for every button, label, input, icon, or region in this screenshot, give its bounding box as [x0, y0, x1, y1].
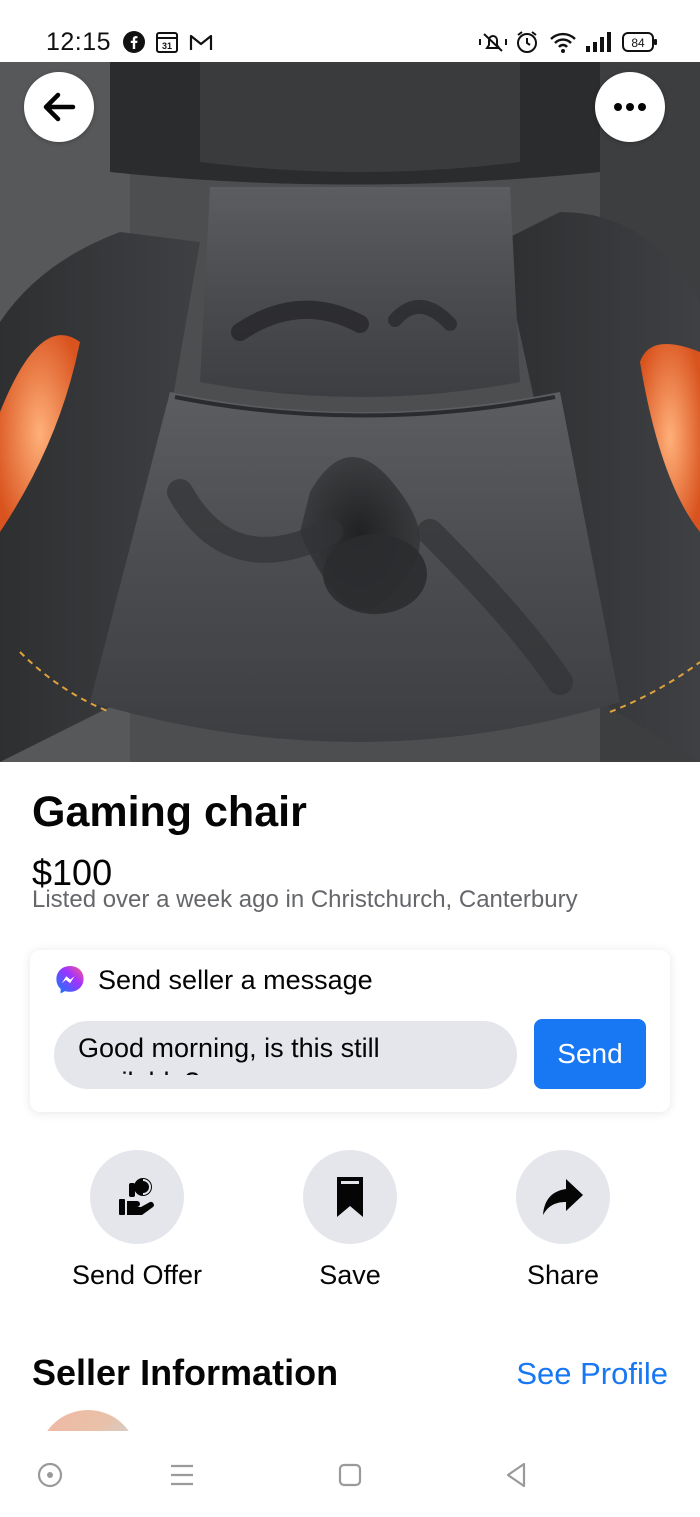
listing-photo[interactable] [0, 62, 700, 762]
seller-avatar[interactable] [38, 1410, 138, 1431]
message-header: Send seller a message [54, 964, 373, 996]
assistant-button[interactable] [32, 1457, 68, 1493]
battery-level: 84 [631, 36, 645, 50]
save-label: Save [319, 1260, 381, 1290]
save-action[interactable]: Save [250, 1150, 450, 1291]
gmail-icon [188, 30, 214, 54]
send-offer-button[interactable] [90, 1150, 184, 1244]
facebook-icon [122, 30, 146, 54]
system-back-button[interactable] [498, 1457, 534, 1493]
listing-meta: Listed over a week ago in Christchurch, … [32, 886, 578, 913]
bookmark-icon [337, 1177, 363, 1217]
send-button[interactable]: Send [534, 1019, 646, 1089]
offer-icon [119, 1178, 154, 1215]
message-input-text: Good morning, is this still available? [78, 1033, 380, 1075]
status-time: 12:15 [46, 28, 112, 56]
battery-icon: 84 [622, 30, 658, 54]
vibrate-mute-icon [478, 30, 508, 54]
back-button[interactable] [24, 72, 94, 142]
more-icon [614, 103, 646, 111]
chair-image [0, 62, 700, 762]
assistant-circle-icon [37, 1462, 63, 1488]
system-nav-bar [0, 1431, 700, 1517]
share-label: Share [526, 1260, 600, 1290]
share-arrow-icon [543, 1179, 583, 1215]
menu-button[interactable] [164, 1457, 200, 1493]
more-options-button[interactable] [595, 72, 665, 142]
seller-info-heading: Seller Information [32, 1352, 339, 1393]
send-offer-action[interactable]: Send Offer [37, 1150, 237, 1291]
send-offer-label: Send Offer [71, 1260, 203, 1290]
seller-row[interactable] [0, 1405, 700, 1431]
svg-text:31: 31 [162, 41, 172, 51]
back-arrow-icon [43, 92, 76, 122]
signal-icon [584, 30, 614, 54]
calendar-icon: 31 [154, 30, 180, 54]
share-button[interactable] [516, 1150, 610, 1244]
save-button[interactable] [303, 1150, 397, 1244]
home-square-icon [338, 1463, 362, 1487]
share-action[interactable]: Share [463, 1150, 663, 1291]
menu-lines-icon [171, 1464, 193, 1486]
status-bar: 12:15 31 84 [0, 0, 700, 62]
back-triangle-icon [506, 1462, 526, 1488]
listing-title: Gaming chair [32, 788, 307, 836]
message-header-label: Send seller a message [98, 964, 373, 995]
alarm-icon [514, 30, 540, 54]
message-input[interactable]: Good morning, is this still available? [54, 1021, 517, 1089]
see-profile-link[interactable]: See Profile [516, 1356, 668, 1392]
message-seller-card: Send seller a message Good morning, is t… [30, 950, 670, 1112]
home-button[interactable] [332, 1457, 368, 1493]
messenger-icon [56, 966, 84, 994]
wifi-icon [548, 30, 578, 54]
